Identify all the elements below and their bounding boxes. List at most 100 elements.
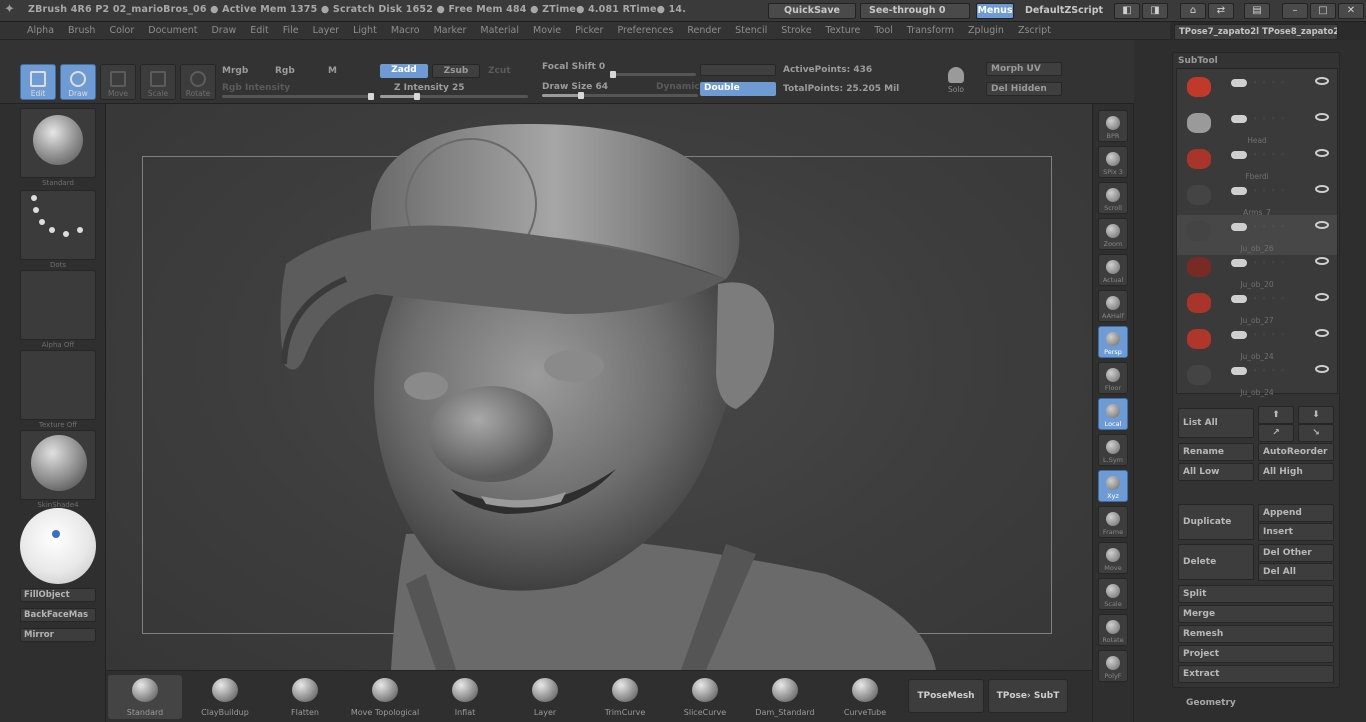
menu-item-texture[interactable]: Texture [819,25,868,36]
visibility-eye-icon[interactable] [1315,113,1329,121]
tpose-mesh-button[interactable]: TPoseMesh [908,679,984,713]
shelf-button-scroll[interactable]: Scroll [1098,182,1128,214]
shelf-button-rotate[interactable]: Rotate [1098,614,1128,646]
polypaint-toggle-icon[interactable] [1231,295,1247,303]
menu-item-color[interactable]: Color [102,25,141,36]
visibility-eye-icon[interactable] [1315,293,1329,301]
menu-item-document[interactable]: Document [141,25,204,36]
rgb-slider-blank[interactable] [700,64,776,76]
visibility-eye-icon[interactable] [1315,149,1329,157]
menu-item-layer[interactable]: Layer [306,25,347,36]
menu-item-picker[interactable]: Picker [568,25,610,36]
quicksave-button[interactable]: QuickSave [768,3,856,19]
focal-shift-slider[interactable] [610,71,696,78]
subtool-options-icon[interactable]: ◦◦◦◦ [1253,115,1290,123]
subtool-row[interactable]: ◦◦◦◦ Head [1177,107,1337,147]
minimize-icon[interactable]: – [1282,3,1308,19]
m-button[interactable]: M [328,66,337,76]
shelf-button-frame[interactable]: Frame [1098,506,1128,538]
subtool-options-icon[interactable]: ◦◦◦◦ [1253,295,1290,303]
shelf-button-zoom[interactable]: Zoom [1098,218,1128,250]
merge-button[interactable]: Merge [1178,605,1334,623]
visibility-eye-icon[interactable] [1315,365,1329,373]
morph-uv-button[interactable]: Morph UV [986,62,1062,76]
shelf-button-l-sym[interactable]: L.Sym [1098,434,1128,466]
del-other-button[interactable]: Del Other [1258,544,1334,562]
visibility-eye-icon[interactable] [1315,77,1329,85]
material-picker[interactable]: SkinShade4 [20,430,96,509]
extract-button[interactable]: Extract [1178,665,1334,683]
menu-item-movie[interactable]: Movie [526,25,568,36]
menus-toggle[interactable]: Menus [976,3,1014,19]
visibility-eye-icon[interactable] [1315,329,1329,337]
brush-claybuildup[interactable]: ClayBuildup [188,675,262,719]
polypaint-toggle-icon[interactable] [1231,367,1247,375]
arrow-up-right-icon[interactable]: ↗ [1258,424,1294,442]
duplicate-button[interactable]: Duplicate [1178,504,1254,540]
shelf-button-bpr[interactable]: BPR [1098,110,1128,142]
subtool-options-icon[interactable]: ◦◦◦◦ [1253,79,1290,87]
menu-item-marker[interactable]: Marker [427,25,474,36]
close-icon[interactable]: ✕ [1338,3,1364,19]
shelf-button-local[interactable]: Local [1098,398,1128,430]
see-through-slider[interactable]: See-through 0 [860,3,970,19]
del-hidden-button[interactable]: Del Hidden [986,82,1062,96]
draw-size-knob[interactable] [578,92,584,99]
all-high-button[interactable]: All High [1258,463,1334,481]
dynamic-button[interactable]: Dynamic [656,82,700,92]
alpha-picker[interactable]: Alpha Off [20,270,96,349]
ui-color-icon[interactable]: ◨ [1142,3,1168,19]
move-up-icon[interactable]: ⬆ [1258,406,1294,424]
current-tool-name[interactable]: TPose7_zapato2l TPose8_zapato2l [1174,24,1338,40]
all-low-button[interactable]: All Low [1178,463,1254,481]
shelf-button-actual[interactable]: Actual [1098,254,1128,286]
scale-mode-button[interactable]: Scale [140,64,176,100]
brush-flatten[interactable]: Flatten [268,675,342,719]
subtool-options-icon[interactable]: ◦◦◦◦ [1253,367,1290,375]
brush-dam-standard[interactable]: Dam_Standard [748,675,822,719]
edit-mode-button[interactable]: Edit [20,64,56,100]
move-down-icon[interactable]: ⬇ [1298,406,1334,424]
draw-size-slider[interactable] [542,92,698,99]
polypaint-toggle-icon[interactable] [1231,151,1247,159]
save-icon[interactable]: ▤ [1244,3,1270,19]
arrow-down-right-icon[interactable]: ↘ [1298,424,1334,442]
split-button[interactable]: Split [1178,585,1334,603]
subtool-options-icon[interactable]: ◦◦◦◦ [1253,187,1290,195]
mrgb-button[interactable]: Mrgb [222,66,248,76]
viewport-canvas[interactable] [106,104,1092,670]
shelf-button-floor[interactable]: Floor [1098,362,1128,394]
texture-picker[interactable]: Texture Off [20,350,96,429]
subtool-row[interactable]: ◦◦◦◦ Ju_ob_24 [1177,323,1337,363]
autoreorder-button[interactable]: AutoReorder [1258,443,1334,461]
project-button[interactable]: Project [1178,645,1334,663]
menu-item-render[interactable]: Render [680,25,728,36]
zcut-button[interactable]: Zcut [488,66,511,76]
brush-inflat[interactable]: Inflat [428,675,502,719]
subtool-row[interactable]: ◦◦◦◦ Ju_ob_26 [1177,215,1337,255]
del-all-button[interactable]: Del All [1258,563,1334,581]
mirror-button[interactable]: Mirror [20,628,96,642]
subtool-options-icon[interactable]: ◦◦◦◦ [1253,259,1290,267]
shelf-button-aahalf[interactable]: AAHalf [1098,290,1128,322]
polypaint-toggle-icon[interactable] [1231,187,1247,195]
menu-item-file[interactable]: File [276,25,306,36]
polypaint-toggle-icon[interactable] [1231,223,1247,231]
visibility-eye-icon[interactable] [1315,185,1329,193]
shelf-button-persp[interactable]: Persp [1098,326,1128,358]
menu-item-zscript[interactable]: Zscript [1011,25,1058,36]
subtool-row[interactable]: ◦◦◦◦ Arms_7 [1177,179,1337,219]
menu-item-tool[interactable]: Tool [867,25,899,36]
menu-item-draw[interactable]: Draw [204,25,243,36]
ui-layout-icon[interactable]: ◧ [1114,3,1140,19]
list-all-button[interactable]: List All [1178,408,1254,438]
geometry-section-title[interactable]: Geometry [1186,698,1236,708]
subtool-list[interactable]: ◦◦◦◦ ◦◦◦◦ Head ◦◦◦◦ Fberdi ◦◦◦◦ Arms_7 ◦◦◦◦ Ju_o… [1176,68,1338,397]
menu-item-edit[interactable]: Edit [243,25,275,36]
menu-item-zplugin[interactable]: Zplugin [961,25,1011,36]
move-mode-button[interactable]: Move [100,64,136,100]
menu-item-light[interactable]: Light [346,25,384,36]
subtool-options-icon[interactable]: ◦◦◦◦ [1253,151,1290,159]
shelf-button-xyz[interactable]: Xyz [1098,470,1128,502]
polypaint-toggle-icon[interactable] [1231,259,1247,267]
